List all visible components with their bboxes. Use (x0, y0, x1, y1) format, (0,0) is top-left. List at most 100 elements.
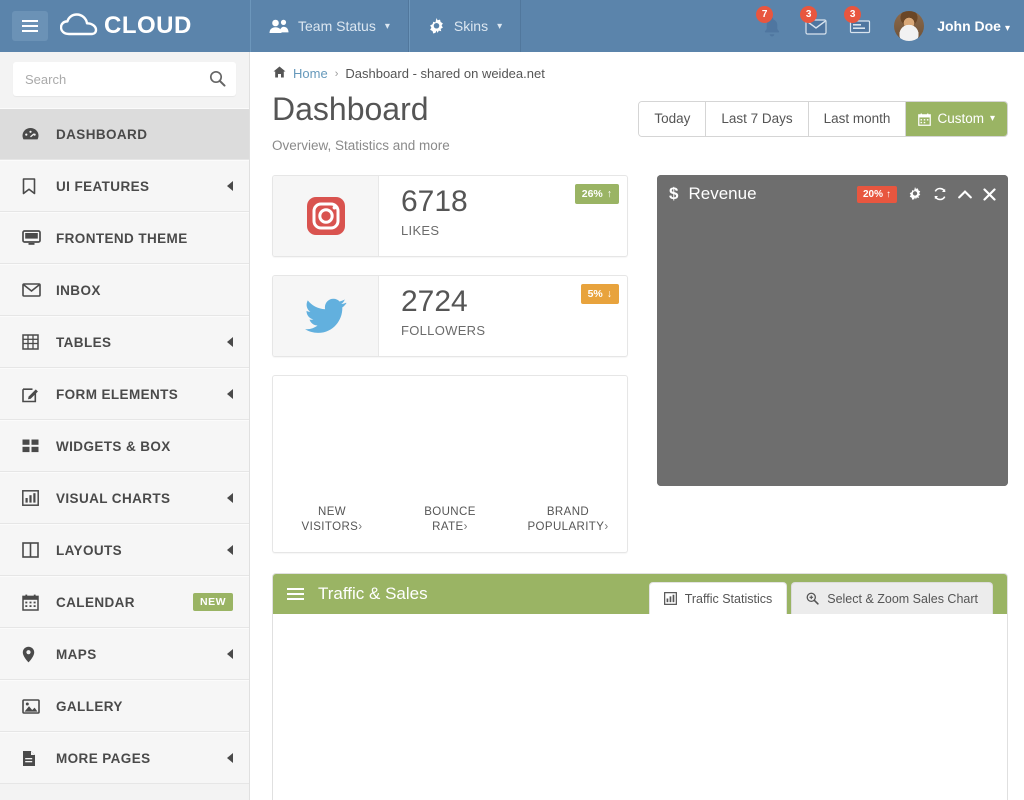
notifications-bell-button[interactable]: 7 (752, 0, 792, 52)
header-menu-skins[interactable]: Skins ▾ (408, 0, 522, 52)
header-right-area: 7 3 3 John Doe ▾ (752, 0, 1024, 52)
monitor-icon (22, 230, 44, 246)
gear-icon[interactable] (908, 187, 922, 201)
quick-link-line1: BRAND (546, 505, 590, 518)
sidebar-item-more-pages[interactable]: MORE PAGES (0, 732, 249, 784)
chevron-right-icon: › (604, 521, 609, 534)
search-box[interactable] (13, 62, 236, 96)
stat-body: 2724 FOLLOWERS 5% ↓ (379, 276, 627, 356)
burger-line (287, 598, 304, 600)
sidebar-item-layouts[interactable]: LAYOUTS (0, 524, 249, 576)
burger-line (287, 593, 304, 595)
quick-link-new-visitors[interactable]: NEW VISITORS› (273, 505, 391, 536)
breadcrumb: Home › Dashboard - shared on weidea.net (250, 52, 1024, 81)
calendar-icon (22, 594, 44, 611)
chevron-down-icon: ▾ (497, 20, 503, 32)
date-range-last-7-days-button[interactable]: Last 7 Days (706, 102, 809, 136)
quick-link-brand-popularity[interactable]: BRAND POPULARITY› (509, 505, 627, 536)
traffic-sales-title: Traffic & Sales (318, 584, 428, 603)
quick-link-line1: NEW (317, 505, 347, 518)
stat-trend-value: 26% (581, 188, 603, 200)
sidebar-item-ui-features[interactable]: UI FEATURES (0, 160, 249, 212)
stat-trend-badge: 26% ↑ (574, 184, 619, 204)
app-logo[interactable]: CLOUD (60, 12, 192, 40)
user-menu-button[interactable]: John Doe ▾ (937, 18, 1010, 34)
stat-trend-badge: 5% ↓ (580, 284, 619, 304)
sidebar-item-label: DASHBOARD (56, 126, 148, 142)
arrow-up-icon: ↑ (606, 188, 612, 200)
map-pin-icon (22, 646, 44, 663)
top-header: CLOUD Team Status ▾ Skins ▾ 7 3 3 John D… (0, 0, 1024, 52)
messages-button[interactable]: 3 (796, 0, 836, 52)
burger-line (287, 588, 304, 590)
refresh-icon[interactable] (933, 187, 947, 201)
bookmark-icon (22, 177, 44, 195)
edit-pencil-icon (22, 386, 44, 403)
chevron-left-icon (227, 753, 233, 763)
sidebar-item-maps[interactable]: MAPS (0, 628, 249, 680)
breadcrumb-separator: › (334, 67, 339, 80)
bar-chart-icon (663, 592, 677, 605)
home-icon (273, 66, 286, 81)
header-menu-label: Team Status (298, 18, 376, 34)
search-input[interactable] (13, 62, 236, 96)
sidebar-item-form-elements[interactable]: FORM ELEMENTS (0, 368, 249, 420)
sidebar-search-wrap (0, 52, 249, 108)
search-icon (209, 70, 226, 87)
sidebar-item-frontend-theme[interactable]: FRONTEND THEME (0, 212, 249, 264)
header-menu: Team Status ▾ Skins ▾ (250, 0, 522, 52)
user-avatar[interactable] (894, 11, 925, 41)
date-range-button-group: Today Last 7 Days Last month Custom ▾ (638, 101, 1008, 137)
sidebar: DASHBOARD UI FEATURES FRONTEND THEME (0, 52, 250, 800)
date-range-custom-button[interactable]: Custom ▾ (906, 102, 1007, 136)
sidebar-item-gallery[interactable]: GALLERY (0, 680, 249, 732)
page-header: Dashboard Overview, Statistics and more … (250, 81, 1024, 153)
panel-menu-icon[interactable] (287, 588, 304, 600)
page-title: Dashboard (272, 91, 429, 127)
sidebar-item-label: CALENDAR (56, 594, 135, 610)
sidebar-item-calendar[interactable]: CALENDAR NEW (0, 576, 249, 628)
quick-link-bounce-rate[interactable]: BOUNCE RATE› (391, 505, 509, 536)
stat-card-followers: 2724 FOLLOWERS 5% ↓ (272, 275, 628, 357)
chevron-down-icon: ▾ (384, 20, 390, 32)
sidebar-item-visual-charts[interactable]: VISUAL CHARTS (0, 472, 249, 524)
file-icon (22, 750, 44, 767)
date-range-today-button[interactable]: Today (639, 102, 707, 136)
sidebar-item-label: FORM ELEMENTS (56, 386, 179, 402)
sidebar-item-dashboard[interactable]: DASHBOARD (0, 108, 249, 160)
instagram-icon (273, 176, 379, 256)
revenue-panel-header: $ Revenue 20% ↑ (657, 175, 1008, 213)
dollar-icon: $ (669, 184, 679, 203)
left-column: 6718 LIKES 26% ↑ 2724 FOLLOWERS 5% ↓ NEW… (272, 175, 628, 553)
sidebar-item-label: LAYOUTS (56, 542, 123, 558)
breadcrumb-home-link[interactable]: Home (293, 66, 328, 81)
traffic-sales-panel: Traffic & Sales Traffic Statistics Selec… (272, 573, 1008, 800)
collapse-chevron-icon[interactable] (958, 189, 972, 200)
envelope-icon (22, 283, 44, 297)
dashboard-content: 6718 LIKES 26% ↑ 2724 FOLLOWERS 5% ↓ NEW… (250, 153, 1024, 553)
sidebar-item-widgets-box[interactable]: WIDGETS & BOX (0, 420, 249, 472)
sidebar-item-inbox[interactable]: INBOX (0, 264, 249, 316)
revenue-trend-value: 20% (862, 188, 883, 200)
quick-links-card: NEW VISITORS› BOUNCE RATE› BRAND POPULAR… (272, 375, 628, 553)
sidebar-item-tables[interactable]: TABLES (0, 316, 249, 368)
tab-select-zoom-sales-chart[interactable]: Select & Zoom Sales Chart (791, 582, 993, 614)
close-icon[interactable] (983, 187, 996, 201)
page-subtitle: Overview, Statistics and more (272, 138, 450, 153)
cloud-icon (60, 13, 98, 36)
search-zoom-icon (806, 592, 819, 605)
arrow-down-icon: ↓ (606, 288, 612, 300)
right-column: $ Revenue 20% ↑ (657, 175, 1008, 553)
sidebar-toggle-button[interactable] (12, 11, 48, 41)
logo-text: CLOUD (104, 12, 192, 39)
tab-traffic-statistics[interactable]: Traffic Statistics (648, 582, 788, 614)
tasks-button[interactable]: 3 (840, 0, 880, 52)
chevron-left-icon (227, 389, 233, 399)
header-menu-team-status[interactable]: Team Status ▾ (250, 0, 409, 52)
brand-zone: CLOUD (0, 0, 250, 52)
chevron-left-icon (227, 545, 233, 555)
sidebar-item-label: INBOX (56, 282, 101, 298)
sidebar-item-label: GALLERY (56, 698, 123, 714)
image-icon (22, 698, 44, 714)
date-range-last-month-button[interactable]: Last month (808, 102, 907, 136)
